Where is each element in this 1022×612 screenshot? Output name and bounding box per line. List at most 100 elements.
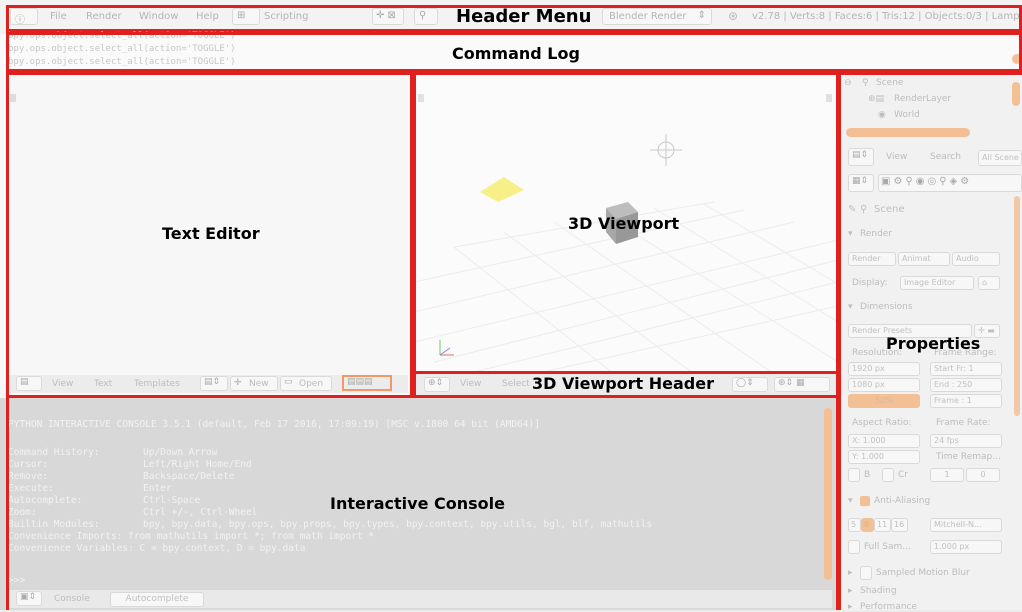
screen-layout-name[interactable]: Scripting <box>264 11 308 22</box>
scene-selector[interactable]: ⚲ <box>414 8 438 25</box>
shading-mode-selector[interactable]: ◯⇕ <box>732 377 768 392</box>
text-editor[interactable]: Text Editor <box>0 72 414 398</box>
outliner-world[interactable]: World <box>894 110 920 120</box>
resolution-x[interactable]: 1920 px <box>848 362 920 376</box>
aa-samples-8[interactable]: 8 <box>861 518 874 532</box>
screen-layout-selector[interactable]: ⊞ <box>232 8 260 25</box>
remap-new[interactable]: 0 <box>966 468 1000 482</box>
properties-editor-type[interactable]: ▦⇕ <box>848 174 874 192</box>
pivot-icon: ⊛⇕ ▦ <box>778 378 805 388</box>
properties-toggle[interactable] <box>826 94 832 102</box>
full-sample-checkbox[interactable] <box>848 540 860 554</box>
expand-shading-icon[interactable]: ▸ <box>848 586 853 596</box>
editor-type-selector[interactable]: ⊕⇕ <box>424 377 450 392</box>
motion-blur-checkbox[interactable] <box>860 566 872 580</box>
text-icon: ▤⇕ <box>204 377 221 387</box>
render-button[interactable]: Render <box>848 252 896 266</box>
fps-selector[interactable]: 24 fps <box>930 434 1002 448</box>
frame-start[interactable]: Start Fr: 1 <box>930 362 1002 376</box>
menu-view[interactable]: View <box>886 152 907 162</box>
shading-title[interactable]: Shading <box>860 586 897 596</box>
console-prompt[interactable]: >>> <box>8 575 31 586</box>
menu-search[interactable]: Search <box>930 152 961 162</box>
info-editor-selector[interactable]: ⓘ <box>10 8 38 26</box>
scroll-handle[interactable] <box>1012 54 1022 64</box>
aa-filter-selector[interactable]: Mitchell-N... <box>930 518 1002 532</box>
pin-icon[interactable]: ✎ <box>848 204 856 215</box>
border-checkbox[interactable] <box>848 468 860 482</box>
convenience-variables: Convenience Variables: C = bpy.context, … <box>8 543 306 554</box>
interactive-console[interactable]: PYTHON INTERACTIVE CONSOLE 3.5.1 (defaul… <box>0 398 838 610</box>
aspect-y[interactable]: Y: 1.000 <box>848 450 920 464</box>
animation-button[interactable]: Animat <box>898 252 950 266</box>
autocomplete-button[interactable]: Autocomplete <box>110 592 204 607</box>
performance-title[interactable]: Performance <box>860 602 917 612</box>
add-remove-layout[interactable]: ✛ ⊠ <box>372 8 404 25</box>
menu-render[interactable]: Render <box>86 11 122 22</box>
expand-aa-icon[interactable]: ▾ <box>848 496 853 506</box>
aa-samples-11[interactable]: 11 <box>874 518 891 532</box>
audio-button[interactable]: Audio <box>952 252 1000 266</box>
render-engine-selector[interactable]: Blender Render ⇕ <box>602 8 712 25</box>
editor-type-selector[interactable]: ▤ <box>16 376 42 391</box>
expand-motion-blur-icon[interactable]: ▸ <box>848 568 853 578</box>
text-datablock-selector[interactable]: ▤⇕ <box>200 376 228 391</box>
expand-dimensions-icon[interactable]: ▾ <box>848 302 853 312</box>
help-key: Cursor: <box>8 459 49 470</box>
aspect-x[interactable]: X: 1.000 <box>848 434 920 448</box>
display-selector[interactable]: Image Editor <box>900 276 974 290</box>
resolution-y[interactable]: 1080 px <box>848 378 920 392</box>
anti-aliasing-checkbox[interactable] <box>860 496 870 506</box>
convenience-imports: Convenience Imports: from mathutils impo… <box>8 531 375 542</box>
menu-console[interactable]: Console <box>54 594 90 604</box>
console-scrollbar[interactable] <box>824 408 832 580</box>
menu-window[interactable]: Window <box>139 11 178 22</box>
viewport-editor-icon: ⊕⇕ <box>428 378 444 388</box>
menu-help[interactable]: Help <box>196 11 219 22</box>
aa-samples-16[interactable]: 16 <box>891 518 908 532</box>
3d-viewport[interactable]: 3D Viewport <box>414 72 838 374</box>
crop-checkbox[interactable] <box>882 468 894 482</box>
new-text-button[interactable]: ✛ New <box>230 376 278 391</box>
outliner-vscroll[interactable] <box>1012 82 1020 106</box>
command-log: bpy.ops.object.select_all(action='TOGGLE… <box>0 31 1022 72</box>
properties-tabs[interactable]: ▣⚙⚲◉◎⚲◈⚙ <box>878 174 1022 192</box>
menu-select[interactable]: Select <box>502 379 530 389</box>
dimensions-title[interactable]: Dimensions <box>860 302 913 312</box>
help-key: Autocomplete: <box>8 495 83 506</box>
resolution-percentage[interactable]: 50% <box>848 394 920 408</box>
render-panel-title[interactable]: Render <box>860 229 892 239</box>
all-scenes-selector[interactable]: All Scene <box>978 150 1022 166</box>
editor-type-selector[interactable]: ▣⇕ <box>16 591 42 606</box>
aa-filter-size[interactable]: 1.000 px <box>930 540 1002 554</box>
anti-aliasing-title[interactable]: Anti-Aliasing <box>874 496 930 506</box>
menu-text[interactable]: Text <box>94 379 112 389</box>
expand-render-icon[interactable]: ▾ <box>848 229 853 239</box>
outliner-render-layers[interactable]: RenderLayer <box>894 94 951 104</box>
menu-view[interactable]: View <box>460 379 481 389</box>
menu-view[interactable]: View <box>52 379 73 389</box>
motion-blur-title[interactable]: Sampled Motion Blur <box>876 568 970 578</box>
outliner-scene[interactable]: Scene <box>876 78 903 88</box>
menu-file[interactable]: File <box>50 11 67 22</box>
lock-interface-icon[interactable]: ⌂ <box>978 276 1000 290</box>
open-label: Open <box>299 379 324 389</box>
properties-panel[interactable]: ⊖ ⚲ Scene ⊕▤ RenderLayer ◉ World ▤⇕ View… <box>838 72 1022 612</box>
frame-end[interactable]: End : 250 <box>930 378 1002 392</box>
help-value: bpy, bpy.data, bpy.ops, bpy.props, bpy.t… <box>143 519 653 530</box>
pivot-selector[interactable]: ⊛⇕ ▦ <box>774 377 830 392</box>
menu-templates[interactable]: Templates <box>134 379 180 389</box>
remap-old[interactable]: 1 <box>930 468 964 482</box>
properties-editor-selector[interactable]: ▤⇕ <box>848 148 874 166</box>
open-text-button[interactable]: ▭ Open <box>280 376 332 391</box>
collapse-icon[interactable]: ⊖ <box>844 78 852 88</box>
aa-samples-5[interactable]: 5 <box>848 518 861 532</box>
tool-shelf-toggle[interactable] <box>418 94 424 102</box>
display-toggle-group[interactable]: ▤▤▤ <box>342 375 392 391</box>
outliner-scrollbar[interactable] <box>846 128 970 137</box>
properties-scrollbar[interactable] <box>1014 196 1020 416</box>
expand-performance-icon[interactable]: ▸ <box>848 602 853 612</box>
3d-cursor-icon[interactable] <box>650 134 682 166</box>
frame-step[interactable]: Frame : 1 <box>930 394 1002 408</box>
region-toggle-icon[interactable] <box>10 94 16 102</box>
